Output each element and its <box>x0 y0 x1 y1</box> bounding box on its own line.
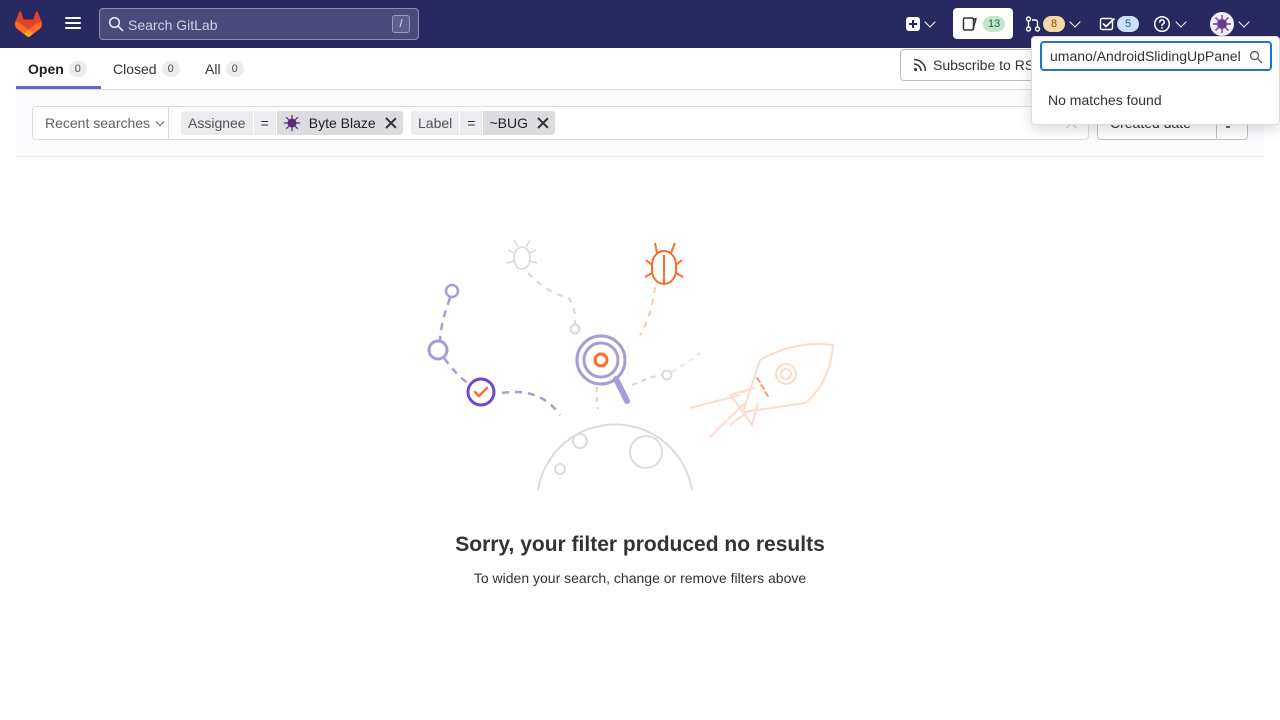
tab-closed[interactable]: Closed 0 <box>113 48 180 89</box>
chevron-down-icon <box>924 16 936 28</box>
byte-blaze-avatar-icon <box>1213 15 1231 33</box>
empty-state-subtitle: To widen your search, change or remove f… <box>473 570 807 586</box>
todos-count-badge: 5 <box>1117 16 1139 32</box>
filter-token-operator: = <box>460 111 483 135</box>
subscribe-rss-label: Subscribe to RSS feed <box>933 57 1039 73</box>
filter-token-label[interactable]: Label = ~BUG <box>411 111 555 135</box>
filter-token-key: Assignee <box>181 111 253 135</box>
dropdown-search-value: umano/AndroidSlidingUpPanel <box>1050 48 1241 64</box>
active-tab-indicator <box>16 86 101 89</box>
question-circle-icon <box>1153 15 1171 33</box>
remove-token-close-icon[interactable] <box>385 117 397 129</box>
chevron-down-icon <box>1238 16 1250 28</box>
issues-icon <box>962 16 977 31</box>
search-icon <box>108 16 124 32</box>
search-shortcut-hint: / <box>392 15 410 33</box>
tab-all-label: All <box>205 60 221 77</box>
rss-icon <box>913 58 927 72</box>
empty-state-title: Sorry, your filter produced no results <box>455 533 825 556</box>
no-matches-message: No matches found <box>1048 92 1162 108</box>
chevron-down-icon <box>1175 16 1187 28</box>
chevron-down-icon <box>155 117 165 126</box>
byte-blaze-avatar-icon <box>283 114 300 132</box>
tab-closed-label: Closed <box>113 60 157 77</box>
tab-open-count: 0 <box>68 60 87 77</box>
filter-token-value: ~BUG <box>483 111 555 135</box>
chevron-down-icon <box>1069 16 1081 28</box>
plus-square-icon <box>906 17 920 31</box>
label-name: ~BUG <box>489 115 528 131</box>
filtered-search-input[interactable]: Recent searches Assignee = Byte Blaze La… <box>32 106 1089 140</box>
issues-count-badge: 13 <box>983 15 1006 32</box>
project-search-dropdown: umano/AndroidSlidingUpPanel No matches f… <box>1031 36 1280 125</box>
global-search-input[interactable]: Search GitLab / <box>99 8 419 40</box>
merge-request-icon <box>1025 16 1041 32</box>
tab-closed-count: 0 <box>161 60 180 77</box>
gitlab-logo-icon[interactable] <box>15 11 42 37</box>
recent-searches-label: Recent searches <box>45 115 151 131</box>
filter-token-assignee[interactable]: Assignee = Byte Blaze <box>181 111 403 135</box>
dropdown-search-input[interactable]: umano/AndroidSlidingUpPanel <box>1040 41 1272 71</box>
subscribe-rss-button[interactable]: Subscribe to RSS feed <box>900 49 1040 81</box>
remove-token-close-icon[interactable] <box>537 117 549 129</box>
tab-open[interactable]: Open 0 <box>28 48 87 89</box>
create-new-dropdown[interactable] <box>906 8 936 40</box>
filter-token-operator: = <box>253 111 276 135</box>
tab-all[interactable]: All 0 <box>205 48 244 89</box>
filter-token-key: Label <box>411 111 460 135</box>
main-menu-button[interactable] <box>62 14 84 34</box>
empty-search-illustration <box>427 239 835 491</box>
merge-requests-count-badge: 8 <box>1043 16 1065 32</box>
assignee-name: Byte Blaze <box>308 115 376 131</box>
recent-searches-dropdown[interactable]: Recent searches <box>33 107 169 139</box>
issues-button[interactable]: 13 <box>953 8 1013 39</box>
todo-checkbox-icon <box>1099 17 1115 31</box>
avatar <box>1210 12 1234 36</box>
search-icon <box>1249 50 1263 64</box>
search-placeholder: Search GitLab <box>128 17 218 33</box>
tab-all-count: 0 <box>225 60 244 77</box>
filter-token-value: Byte Blaze <box>276 111 403 135</box>
tab-open-label: Open <box>28 60 64 77</box>
